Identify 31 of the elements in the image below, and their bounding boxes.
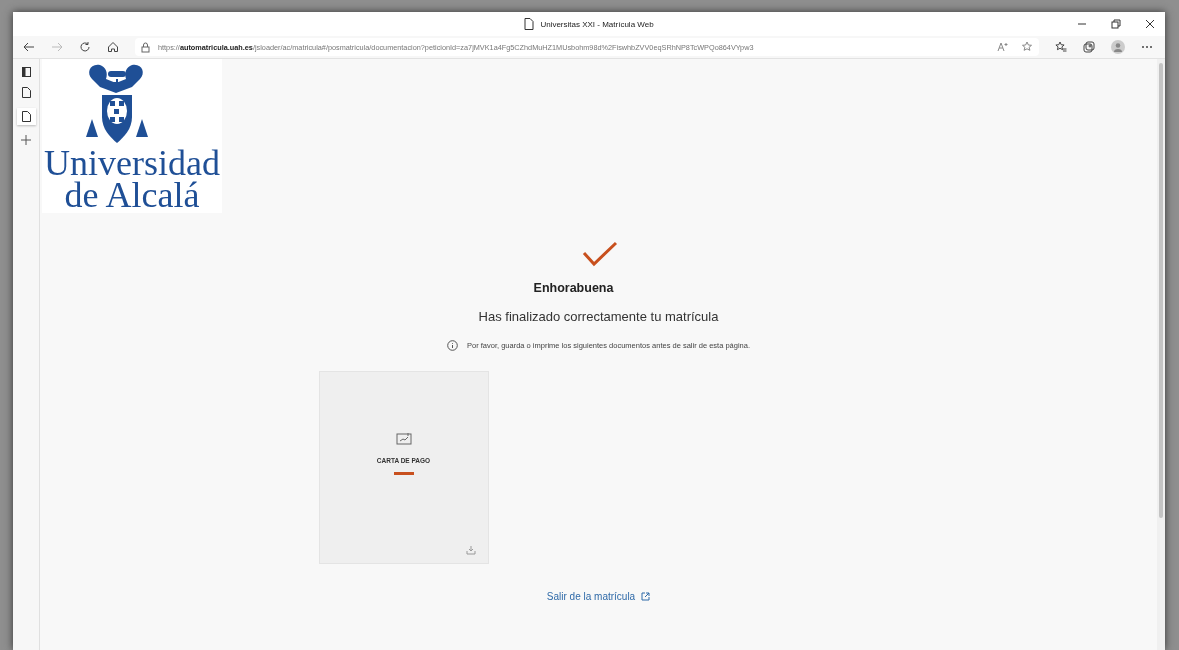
profile-avatar-icon[interactable] — [1111, 40, 1125, 54]
home-icon[interactable] — [107, 41, 119, 53]
add-favorite-icon[interactable] — [1021, 41, 1033, 53]
back-icon[interactable] — [23, 41, 35, 53]
lock-icon — [141, 41, 150, 53]
close-icon[interactable] — [1145, 19, 1155, 29]
sidebar-panel-icon[interactable] — [21, 67, 31, 77]
exit-link[interactable]: Salir de la matrícula — [546, 591, 651, 602]
heading: Enhorabuena — [533, 281, 614, 295]
external-link-icon — [641, 592, 651, 601]
page-icon — [524, 18, 535, 30]
more-icon[interactable] — [1141, 45, 1153, 49]
collections-icon[interactable] — [1083, 41, 1095, 53]
scrollbar[interactable] — [1157, 59, 1165, 650]
payment-document-icon — [395, 432, 412, 445]
favorites-icon[interactable] — [1055, 41, 1067, 53]
vertical-tab[interactable] — [16, 108, 36, 125]
tab-page-icon — [21, 111, 31, 122]
restore-icon[interactable] — [1111, 19, 1121, 29]
scrollbar-thumb[interactable] — [1159, 63, 1163, 518]
university-name: Universidad — [44, 147, 220, 179]
confirmation-message: Has finalizado correctamente tu matrícula — [478, 309, 719, 324]
new-tab-icon[interactable] — [21, 135, 31, 145]
tab-page-icon[interactable] — [21, 87, 31, 98]
accent-bar — [393, 472, 414, 475]
checkmark-icon — [581, 241, 618, 267]
read-aloud-icon[interactable] — [997, 41, 1009, 53]
window-title: Universitas XXI - Matrícula Web — [540, 19, 654, 29]
reload-icon[interactable] — [79, 41, 91, 53]
university-name: de Alcalá — [64, 179, 200, 211]
info-icon — [446, 340, 458, 351]
